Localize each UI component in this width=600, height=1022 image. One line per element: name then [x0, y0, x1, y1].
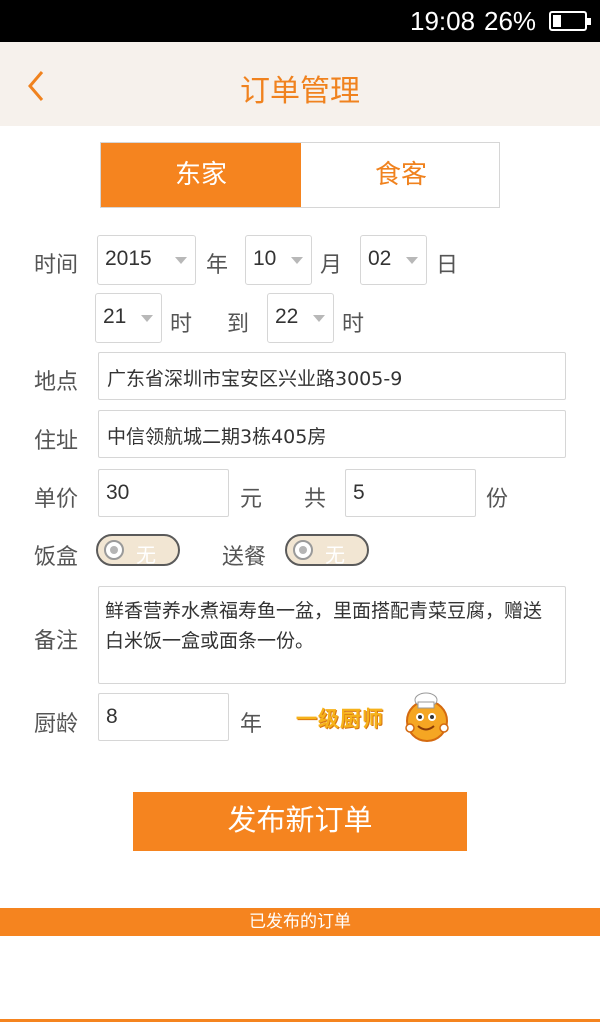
delivery-toggle-text: 无	[325, 543, 345, 567]
lunchbox-label: 饭盒	[34, 545, 79, 570]
published-orders-header: 已发布的订单	[0, 908, 600, 936]
chevron-down-icon	[291, 257, 303, 264]
delivery-label: 送餐	[222, 545, 267, 570]
toggle-knob	[104, 540, 124, 560]
header: 订单管理	[0, 42, 600, 126]
day-unit: 日	[436, 253, 459, 278]
lunchbox-toggle[interactable]: 无	[96, 534, 180, 567]
count-input[interactable]: 5	[345, 469, 476, 517]
start-hour-select[interactable]: 21	[95, 293, 162, 343]
year-unit: 年	[206, 253, 229, 278]
status-bar: 19:08 26%	[0, 0, 600, 42]
month-unit: 月	[320, 253, 343, 278]
chef-rank-badge: 一级厨师	[296, 707, 384, 731]
count-unit: 份	[486, 487, 509, 512]
chef-years-unit: 年	[240, 712, 263, 737]
year-value: 2015	[105, 247, 152, 270]
month-select[interactable]: 10	[245, 235, 312, 285]
price-unit: 元	[240, 487, 263, 512]
battery-icon	[549, 11, 591, 31]
toggle-knob	[293, 540, 313, 560]
tab-host[interactable]: 东家	[101, 143, 301, 207]
end-hour-unit: 时	[342, 312, 365, 337]
chevron-down-icon	[175, 257, 187, 264]
start-hour-value: 21	[103, 305, 127, 328]
chevron-down-icon	[313, 315, 325, 322]
battery-percent: 26%	[484, 6, 537, 36]
year-select[interactable]: 2015	[97, 235, 196, 285]
chevron-down-icon	[141, 315, 153, 322]
page-title: 订单管理	[240, 74, 360, 109]
chef-years-label: 厨龄	[34, 712, 79, 737]
month-value: 10	[253, 247, 277, 270]
address-label: 住址	[34, 429, 79, 454]
lunchbox-toggle-text: 无	[136, 543, 156, 567]
time-label: 时间	[34, 253, 79, 278]
location-label: 地点	[34, 370, 79, 395]
chevron-down-icon	[406, 257, 418, 264]
end-hour-value: 22	[275, 305, 299, 328]
role-switch: 东家 食客	[100, 142, 500, 208]
remarks-textarea[interactable]: 鲜香营养水煮福寿鱼一盆，里面搭配青菜豆腐，赠送白米饭一盒或面条一份。	[98, 586, 566, 684]
count-label: 共	[304, 487, 327, 512]
chef-years-input[interactable]: 8	[98, 693, 229, 741]
chef-mascot-icon	[405, 692, 449, 742]
start-hour-unit: 时	[170, 312, 193, 337]
day-value: 02	[368, 247, 392, 270]
price-label: 单价	[34, 487, 79, 512]
to-label: 到	[227, 312, 250, 337]
remarks-label: 备注	[34, 629, 79, 654]
status-time: 19:08	[410, 6, 476, 36]
tab-diner[interactable]: 食客	[301, 143, 501, 207]
day-select[interactable]: 02	[360, 235, 427, 285]
delivery-toggle[interactable]: 无	[285, 534, 369, 567]
end-hour-select[interactable]: 22	[267, 293, 334, 343]
publish-order-button[interactable]: 发布新订单	[133, 792, 467, 851]
price-input[interactable]: 30	[98, 469, 229, 517]
address-input[interactable]: 中信领航城二期3栋405房	[98, 410, 566, 458]
location-input[interactable]: 广东省深圳市宝安区兴业路3005-9	[98, 352, 566, 400]
